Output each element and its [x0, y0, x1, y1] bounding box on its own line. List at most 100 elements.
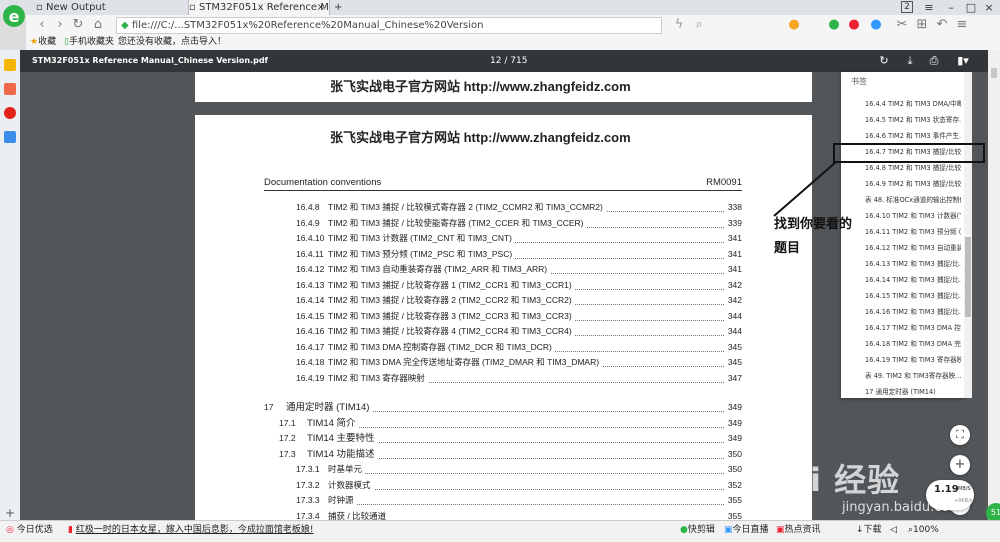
tab-count-badge[interactable]: 2 — [896, 0, 918, 15]
bookmark-item[interactable]: 表 49. TIM2 和 TIM3寄存器映... — [865, 369, 961, 384]
toc-subsection-entry[interactable]: 17.3.3 时钟源 355 — [296, 493, 742, 508]
weibo-sidebar-icon[interactable] — [4, 83, 16, 95]
toc-subsection-entry[interactable]: 17.3.2 计数器模式 352 — [296, 477, 742, 493]
highlight-box — [833, 143, 985, 163]
menu-icon[interactable]: ≡ — [918, 0, 940, 15]
bookmark-item[interactable]: 17 通用定时器 (TIM14) — [865, 385, 961, 400]
toc-entry[interactable]: 16.4.12 TIM2 和 TIM3 自动重装寄存器 (TIM2_ARR 和 T… — [296, 262, 742, 277]
bookmark-item[interactable]: 16.4.12 TIM2 和 TIM3 自动重装... — [865, 241, 961, 256]
toc-entry[interactable]: 16.4.16 TIM2 和 TIM3 捕捉 / 比较寄存器 4 (TIM2_CC… — [296, 324, 742, 339]
toc-number: 16.4.12 — [296, 264, 325, 274]
bookmark-item[interactable]: 16.4.15 TIM2 和 TIM3 捕捉/比... — [865, 289, 961, 304]
quick-edit-link[interactable]: ●快剪辑 — [680, 521, 715, 540]
bookmark-menu-icon[interactable]: ▮▾ — [952, 53, 974, 69]
bookmark-item[interactable]: 16.4.13 TIM2 和 TIM3 捕捉/比... — [865, 257, 961, 272]
home-icon[interactable]: ⌂ — [90, 17, 106, 33]
page-icon: ▫ — [36, 2, 46, 13]
toc-entry[interactable]: 16.4.19 TIM2 和 TIM3 寄存器映射 347 — [296, 370, 742, 386]
tab-new-output[interactable]: ▫ New Output — [36, 0, 176, 15]
toc-page-number: 342 — [724, 277, 742, 293]
minimize-icon[interactable]: – — [940, 0, 962, 15]
toc-entry[interactable]: 16.4.14 TIM2 和 TIM3 捕捉 / 比较寄存器 2 (TIM2_CC… — [296, 293, 742, 308]
bookmark-item[interactable]: 16.4.19 TIM2 和 TIM3 寄存器映射 — [865, 353, 961, 368]
viewer-scrollbar[interactable] — [988, 50, 1000, 520]
toc-entry[interactable]: 16.4.9 TIM2 和 TIM3 捕捉 / 比较使能寄存器 (TIM2_CCE… — [296, 215, 742, 231]
toc-entry[interactable]: 16.4.8 TIM2 和 TIM3 捕捉 / 比较模式寄存器 2 (TIM2_C… — [296, 200, 742, 215]
import-bookmarks-link[interactable]: 您还没有收藏，点击导入！ — [118, 35, 226, 50]
toc-entry[interactable]: 16.4.10 TIM2 和 TIM3 计数器 (TIM2_CNT 和 TIM3_… — [296, 231, 742, 246]
zoom-level[interactable]: ⌕100% — [908, 521, 939, 540]
grid-icon[interactable]: ⊞ — [914, 17, 930, 33]
extension-red-icon[interactable]: ● — [846, 17, 862, 33]
mobile-bookmarks-link[interactable]: ▯手机收藏夹 — [64, 35, 114, 50]
news-icon: ▮ — [68, 525, 73, 535]
print-icon[interactable]: ⎙ — [926, 53, 942, 69]
bookmark-item[interactable]: 表 48. 标准OCx通道的输出控制位 — [865, 193, 961, 208]
rotate-icon[interactable]: ↻ — [876, 53, 892, 69]
clip-icon: ● — [680, 525, 688, 535]
toc-chapter-entry[interactable]: 17 通用定时器 (TIM14) 349 — [264, 400, 742, 415]
bookmark-item[interactable]: 16.4.11 TIM2 和 TIM3 预分频 (T... — [865, 225, 961, 240]
bookmark-item[interactable]: 16.4.14 TIM2 和 TIM3 捕捉/比... — [865, 273, 961, 288]
mail-sidebar-icon[interactable] — [4, 131, 16, 143]
toc-subsection-entry[interactable]: 17.3.4 捕获 / 比较通道 355 — [296, 508, 742, 520]
bookmarks-scrollbar[interactable] — [964, 72, 972, 398]
live-stream-link[interactable]: ▣今日直播 — [724, 521, 769, 540]
back-icon[interactable]: ‹ — [34, 17, 50, 33]
download-icon[interactable]: ⤓ — [902, 53, 918, 69]
close-tab-icon[interactable]: × — [317, 0, 325, 15]
fit-page-button[interactable]: ⛶ — [950, 425, 970, 445]
sound-icon[interactable]: ◁ — [890, 521, 897, 540]
toc-leader-dots — [328, 462, 724, 474]
forward-icon[interactable]: › — [52, 17, 68, 33]
cut-icon[interactable]: ✂ — [894, 17, 910, 33]
toc-entry[interactable]: 16.4.11 TIM2 和 TIM3 预分频 (TIM2_PSC 和 TIM3_… — [296, 246, 742, 262]
page-indicator[interactable]: 12 / 715 — [490, 50, 527, 72]
undo-icon[interactable]: ↶ — [934, 17, 950, 33]
bookmark-item[interactable]: 16.4.10 TIM2 和 TIM3 计数器(TI... — [865, 209, 961, 224]
extension-green-icon[interactable]: ● — [826, 17, 842, 33]
toc-section-entry[interactable]: 17.1 TIM14 简介 349 — [279, 415, 742, 431]
toc-entry[interactable]: 16.4.13 TIM2 和 TIM3 捕捉 / 比较寄存器 1 (TIM2_CC… — [296, 277, 742, 293]
lightning-icon[interactable]: ϟ — [671, 17, 687, 33]
search-icon[interactable]: ⌕ — [691, 17, 707, 33]
address-bar[interactable]: ◆ file:///C:/...STM32F051x%20Reference%2… — [116, 17, 662, 34]
bookmark-item[interactable]: 16.4.6 TIM2 和 TIM3 事件产生... — [865, 129, 961, 144]
tab-strip: ▫ New Output ▫ STM32F051x Reference Manu… — [0, 0, 1000, 15]
download-link[interactable]: ↓下载 — [856, 521, 882, 540]
toc-number: 17.3.2 — [296, 479, 320, 490]
thumb-icon: ◎ — [6, 525, 14, 535]
bookmark-item[interactable]: 16.4.17 TIM2 和 TIM3 DMA 控... — [865, 321, 961, 336]
bookmark-item[interactable]: 16.4.4 TIM2 和 TIM3 DMA/中断... — [865, 97, 961, 112]
today-picks-link[interactable]: ◎ 今日优选 — [6, 521, 53, 540]
bookmark-item[interactable]: 16.4.8 TIM2 和 TIM3 捕捉/比较... — [865, 161, 961, 176]
tab-stm32-manual[interactable]: ▫ STM32F051x Reference Manual × — [188, 0, 330, 15]
news-ticker[interactable]: ▮ 红极一时的日本女星，嫁入中国后息影，今成拉面馆老板娘! — [68, 521, 313, 540]
eye-sidebar-icon[interactable] — [4, 107, 16, 119]
toc-entry[interactable]: 16.4.17 TIM2 和 TIM3 DMA 控制寄存器 (TIM2_DCR 和… — [296, 339, 742, 355]
add-sidebar-icon[interactable]: + — [5, 506, 15, 520]
toc-entry[interactable]: 16.4.15 TIM2 和 TIM3 捕捉 / 比较寄存器 3 (TIM2_CC… — [296, 308, 742, 324]
reload-icon[interactable]: ↻ — [70, 17, 86, 33]
zoom-in-button[interactable]: + — [950, 455, 970, 475]
bookmarks-scrollbar-thumb[interactable] — [965, 237, 971, 317]
extension-blue-icon[interactable]: ● — [868, 17, 884, 33]
toc-title: TIM14 功能描述 — [307, 446, 378, 462]
favorites-sidebar-icon[interactable] — [4, 59, 16, 71]
user-icon[interactable]: ● — [786, 17, 802, 33]
baidu-watermark-url: jingyan.baidu.com — [842, 500, 962, 515]
bookmark-item[interactable]: 16.4.16 TIM2 和 TIM3 捕捉/比... — [865, 305, 961, 320]
close-window-icon[interactable]: × — [978, 0, 1000, 15]
toc-entry[interactable]: 16.4.18 TIM2 和 TIM3 DMA 完全传送地址寄存器 (TIM2_D… — [296, 355, 742, 370]
toc-subsection-entry[interactable]: 17.3.1 时基单元 350 — [296, 462, 742, 477]
bookmark-item[interactable]: 16.4.5 TIM2 和 TIM3 状态寄存... — [865, 113, 961, 128]
hot-news-link[interactable]: ▣热点资讯 — [776, 521, 821, 540]
bookmark-item[interactable]: 16.4.18 TIM2 和 TIM3 DMA 完... — [865, 337, 961, 352]
bookmark-item[interactable]: 16.4.9 TIM2 和 TIM3 捕捉/比较... — [865, 177, 961, 192]
toc-section-entry[interactable]: 17.2 TIM14 主要特性 349 — [279, 431, 742, 446]
scrollbar-thumb[interactable] — [991, 68, 997, 78]
new-tab-button[interactable]: + — [334, 0, 348, 15]
toc-section-entry[interactable]: 17.3 TIM14 功能描述 350 — [279, 446, 742, 462]
more-icon[interactable]: ≡ — [954, 17, 970, 33]
bookmarks-toggle[interactable]: ★收藏 — [30, 35, 56, 50]
